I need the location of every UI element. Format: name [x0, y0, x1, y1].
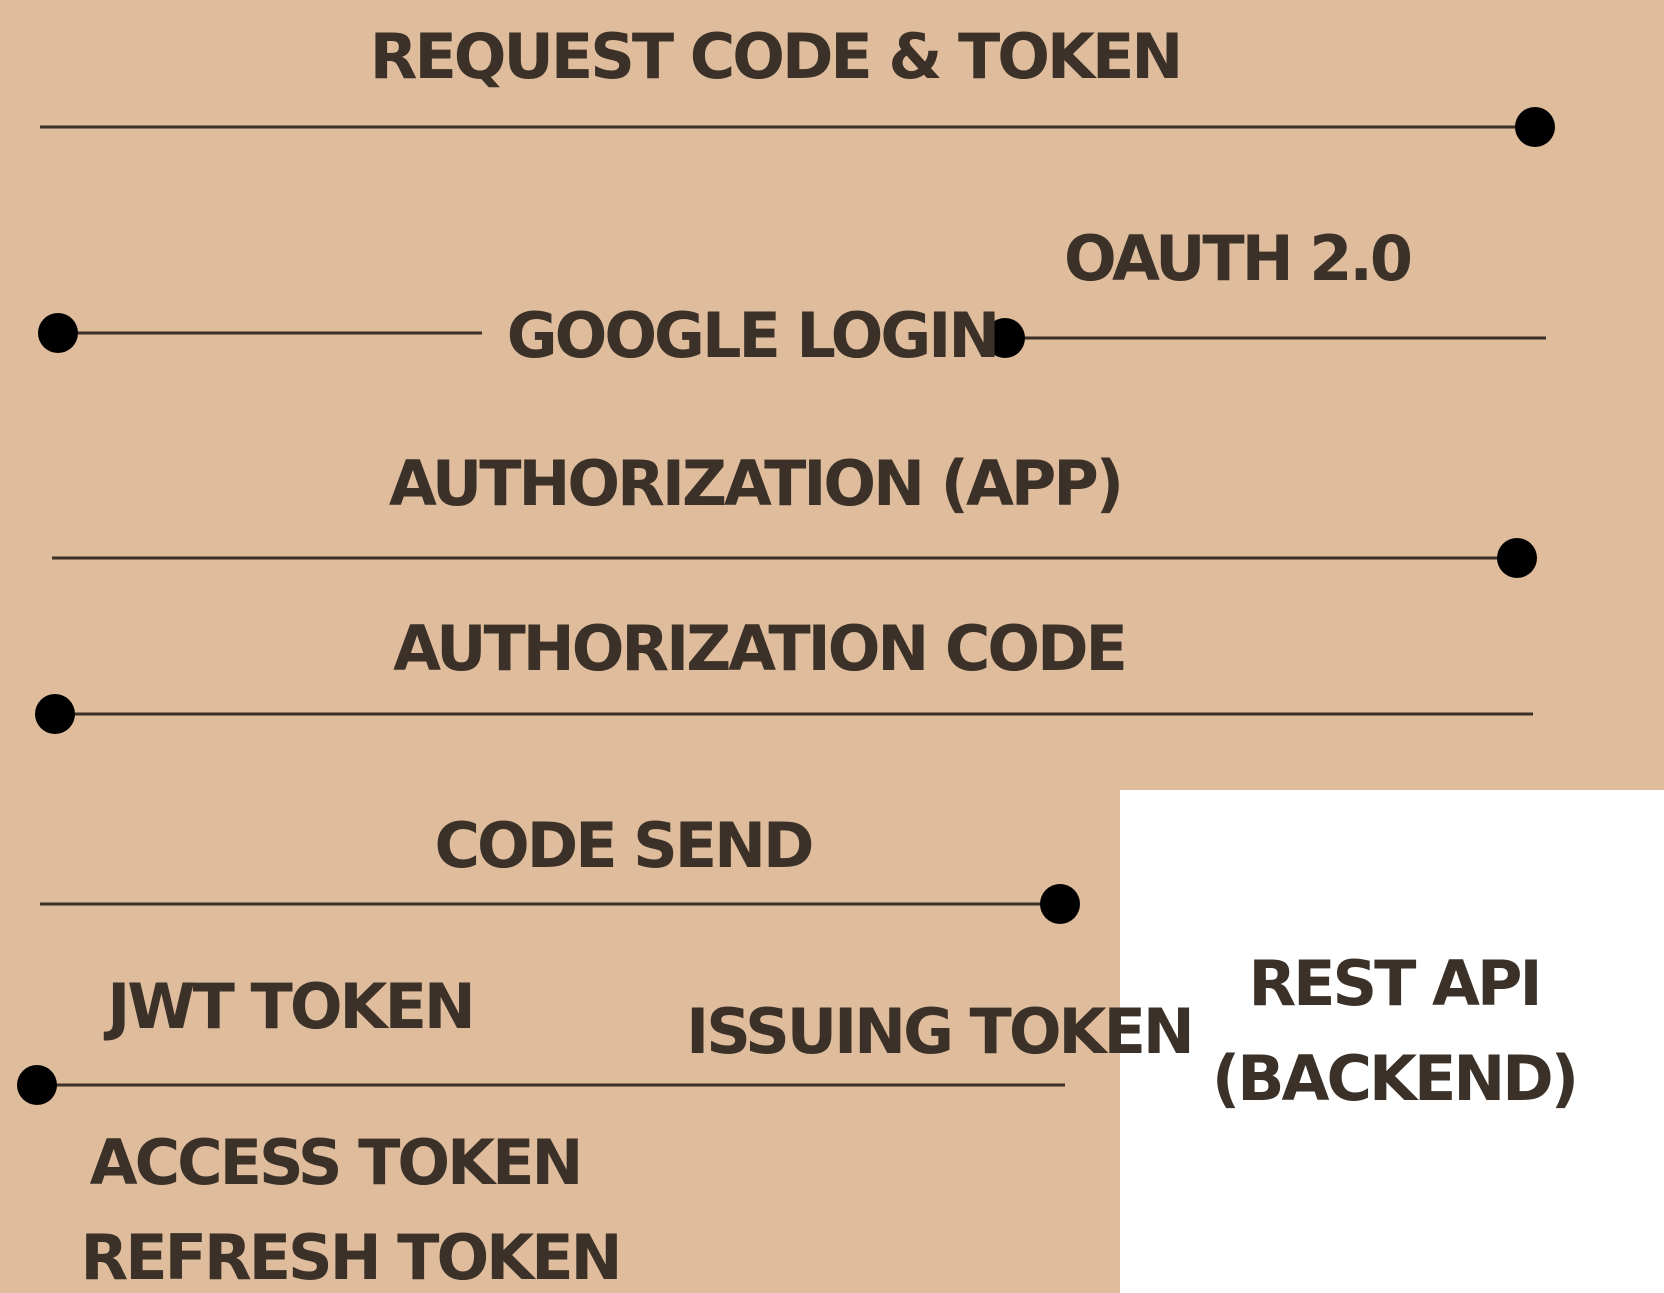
authorization-app-dot: [1497, 538, 1537, 578]
oauth-flow-diagram: REQUEST CODE & TOKEN OAUTH 2.0 GOOGLE LO…: [0, 0, 1664, 1293]
authorization-app-label: AUTHORIZATION (APP): [389, 447, 1121, 520]
oauth-label: OAUTH 2.0: [1064, 222, 1411, 295]
access-token-label: ACCESS TOKEN: [90, 1126, 581, 1199]
request-code-token-dot: [1515, 107, 1555, 147]
google-login-left-dot: [38, 313, 78, 353]
refresh-token-label: REFRESH TOKEN: [81, 1221, 620, 1293]
authorization-code-dot: [35, 694, 75, 734]
issuing-token-label: ISSUING TOKEN: [686, 995, 1192, 1068]
code-send-label: CODE SEND: [435, 809, 813, 882]
authorization-code-label: AUTHORIZATION CODE: [393, 612, 1125, 685]
rest-api-label-line2: (BACKEND): [1212, 1042, 1576, 1115]
rest-api-label-line1: REST API: [1248, 947, 1539, 1020]
issuing-token-dot: [17, 1065, 57, 1105]
request-code-token-label: REQUEST CODE & TOKEN: [370, 20, 1181, 93]
jwt-token-label: JWT TOKEN: [103, 970, 473, 1043]
code-send-dot: [1040, 884, 1080, 924]
google-login-label: GOOGLE LOGIN: [507, 299, 998, 372]
